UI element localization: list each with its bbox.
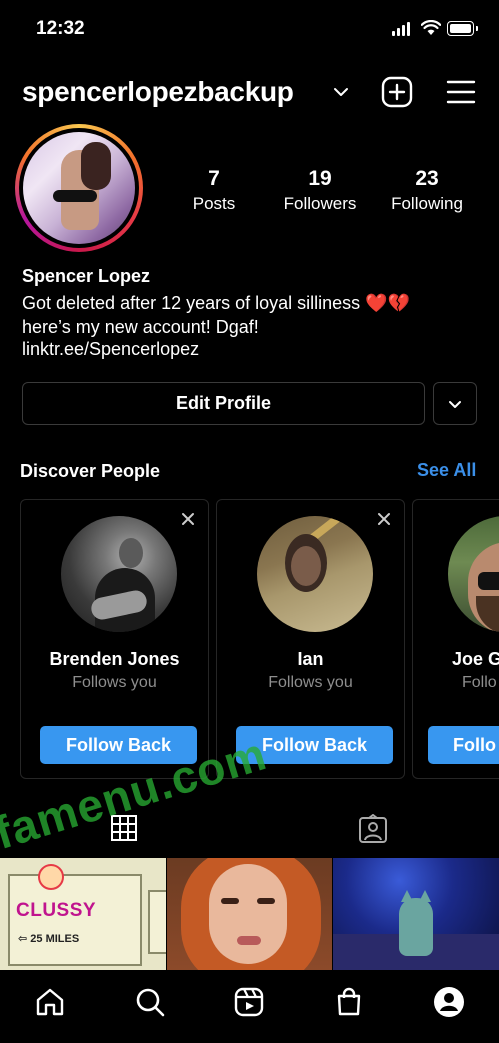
grid-post[interactable]: [167, 858, 332, 970]
suggestion-card[interactable]: Joe G Follo Follo: [412, 499, 499, 779]
menu-icon[interactable]: [446, 79, 476, 105]
suggestion-subtitle: Follo: [462, 674, 497, 691]
stat-value: 7: [208, 167, 220, 190]
bio-line: here’s my new account! Dgaf!: [22, 317, 259, 337]
grid-post[interactable]: CLUSSY ⇦ 25 MILES: [0, 858, 166, 970]
bio-line: Got deleted after 12 years of loyal sill…: [22, 293, 411, 313]
suggestion-card[interactable]: Brenden Jones Follows you Follow Back: [20, 499, 209, 779]
edit-profile-button[interactable]: Edit Profile: [22, 382, 425, 425]
shop-icon[interactable]: [333, 986, 365, 1018]
suggestion-subtitle: Follows you: [268, 674, 353, 691]
profile-bio: Got deleted after 12 years of loyal sill…: [22, 291, 482, 339]
suggestion-avatar[interactable]: [61, 516, 177, 632]
reels-icon[interactable]: [233, 986, 265, 1018]
suggestion-name[interactable]: Joe G: [452, 649, 499, 670]
discover-toggle-button[interactable]: [433, 382, 477, 425]
suggestion-subtitle: Follows you: [72, 674, 157, 691]
close-icon[interactable]: [181, 512, 195, 526]
post-sign-subtext: ⇦ 25 MILES: [18, 933, 80, 945]
bottom-nav: [0, 970, 499, 1043]
stat-value: 19: [308, 167, 332, 190]
grid-post[interactable]: [333, 858, 499, 970]
suggestion-name[interactable]: Ian: [217, 649, 404, 670]
profile-full-name: Spencer Lopez: [22, 266, 151, 286]
battery-icon: [447, 21, 478, 36]
stat-following[interactable]: 23 Following: [377, 168, 477, 216]
suggestion-avatar[interactable]: [448, 516, 499, 632]
stat-posts[interactable]: 7 Posts: [164, 168, 264, 216]
close-icon[interactable]: [377, 512, 391, 526]
stat-label: Posts: [192, 194, 236, 213]
search-icon[interactable]: [134, 986, 166, 1018]
new-post-icon[interactable]: [381, 76, 413, 108]
status-time: 12:32: [36, 18, 85, 39]
home-icon[interactable]: [34, 986, 66, 1018]
cellular-signal-icon: [392, 22, 410, 36]
stat-label: Followers: [283, 194, 357, 213]
tagged-icon[interactable]: [358, 814, 388, 844]
discover-people-title: Discover People: [20, 461, 161, 481]
profile-username[interactable]: spencerlopezbackup: [22, 76, 294, 108]
chevron-down-icon: [449, 400, 461, 408]
chevron-down-icon[interactable]: [333, 86, 349, 98]
stat-label: Following: [391, 194, 463, 213]
suggestion-name[interactable]: Brenden Jones: [21, 649, 208, 670]
wifi-icon: [421, 20, 441, 35]
post-sign-text: CLUSSY: [16, 900, 97, 921]
profile-photo: [23, 132, 135, 244]
suggestion-avatar[interactable]: [257, 516, 373, 632]
see-all-link[interactable]: See All: [417, 460, 476, 481]
stat-value: 23: [415, 167, 439, 190]
profile-avatar[interactable]: [15, 124, 143, 252]
follow-back-button[interactable]: Follo: [428, 726, 499, 764]
profile-link[interactable]: linktr.ee/Spencerlopez: [22, 339, 199, 360]
profile-icon[interactable]: [433, 986, 465, 1018]
stat-followers[interactable]: 19 Followers: [270, 168, 370, 216]
